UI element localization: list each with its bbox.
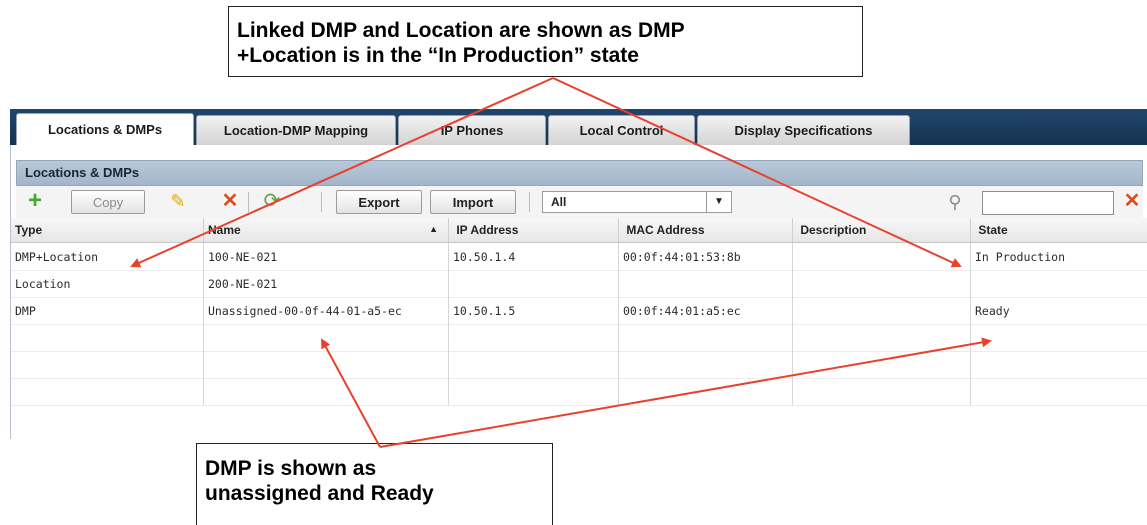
cell-mac-address xyxy=(619,378,793,405)
cell-ip-address xyxy=(449,378,619,405)
cell-type xyxy=(11,351,204,378)
callout-text-line: +Location is in the “In Production” stat… xyxy=(237,44,639,67)
cell-name xyxy=(204,378,449,405)
toolbar-divider xyxy=(529,192,530,212)
toolbar: + Copy ✎ ✕ ⟳ Export Import All ▼ ⚲ ✕ xyxy=(16,186,1143,218)
search-icon: ⚲ xyxy=(948,192,962,212)
column-header-type[interactable]: Type xyxy=(11,218,204,242)
table-row[interactable]: DMP Unassigned-00-0f-44-01-a5-ec 10.50.1.5… xyxy=(11,297,1147,325)
cell-name: 200-NE-021 xyxy=(204,270,449,297)
tab-local-control[interactable]: Local Control xyxy=(548,115,695,145)
cell-description xyxy=(793,324,971,351)
cell-type: DMP+Location xyxy=(11,243,204,270)
tab-bar: Locations & DMPs Location-DMP Mapping IP… xyxy=(10,109,1147,145)
table-row[interactable] xyxy=(11,324,1147,352)
locations-dmps-table: Type Name ▲ IP Address MAC Address Descr… xyxy=(11,218,1147,439)
column-header-label: IP Address xyxy=(456,223,519,237)
cell-name: 100-NE-021 xyxy=(204,243,449,270)
column-header-ip-address[interactable]: IP Address xyxy=(449,218,619,242)
table-row[interactable]: Location 200-NE-021 xyxy=(11,270,1147,298)
cell-name xyxy=(204,324,449,351)
column-header-name[interactable]: Name ▲ xyxy=(204,218,449,242)
cell-ip-address: 10.50.1.5 xyxy=(449,297,619,324)
cell-mac-address xyxy=(619,270,793,297)
cell-mac-address xyxy=(619,324,793,351)
cell-state xyxy=(971,270,1147,297)
table-row[interactable]: DMP+Location 100-NE-021 10.50.1.4 00:0f:44:… xyxy=(11,243,1147,271)
callout-text-line: Linked DMP and Location are shown as DMP xyxy=(237,19,685,42)
column-header-label: Description xyxy=(800,223,867,237)
import-button[interactable]: Import xyxy=(430,190,516,214)
panel-title: Locations & DMPs xyxy=(16,160,1143,186)
app-window: Locations & DMPs Location-DMP Mapping IP… xyxy=(10,109,1147,439)
column-header-state[interactable]: State xyxy=(971,218,1147,242)
cell-type: DMP xyxy=(11,297,204,324)
table-header: Type Name ▲ IP Address MAC Address Descr… xyxy=(11,218,1147,243)
tab-location-dmp-mapping[interactable]: Location-DMP Mapping xyxy=(196,115,396,145)
cell-description xyxy=(793,297,971,324)
cell-name: Unassigned-00-0f-44-01-a5-ec xyxy=(204,297,449,324)
chevron-down-icon: ▼ xyxy=(706,192,731,212)
table-row[interactable] xyxy=(11,351,1147,379)
cell-type xyxy=(11,378,204,405)
refresh-icon[interactable]: ⟳ xyxy=(261,190,283,212)
callout-text-line: DMP is shown as xyxy=(205,457,377,480)
cell-description xyxy=(793,243,971,270)
column-header-label: Name xyxy=(208,223,241,237)
cell-state xyxy=(971,324,1147,351)
cell-ip-address: 10.50.1.4 xyxy=(449,243,619,270)
filter-value: All xyxy=(551,195,567,209)
cell-mac-address: 00:0f:44:01:53:8b xyxy=(619,243,793,270)
callout-linked-dmp-location: Linked DMP and Location are shown as DMP… xyxy=(228,6,863,77)
toolbar-divider xyxy=(248,192,249,212)
cell-ip-address xyxy=(449,270,619,297)
cell-description xyxy=(793,378,971,405)
column-header-mac-address[interactable]: MAC Address xyxy=(619,218,793,242)
cell-description xyxy=(793,270,971,297)
tab-display-specifications[interactable]: Display Specifications xyxy=(697,115,910,145)
add-icon[interactable]: + xyxy=(24,189,46,213)
cell-state xyxy=(971,351,1147,378)
filter-dropdown[interactable]: All ▼ xyxy=(542,191,732,213)
locations-dmps-panel: Locations & DMPs + Copy ✎ ✕ ⟳ Export Imp… xyxy=(10,145,1147,439)
export-button[interactable]: Export xyxy=(336,190,422,214)
clear-search-icon[interactable]: ✕ xyxy=(1122,191,1142,211)
cell-state: In Production xyxy=(975,250,1066,264)
edit-pencil-icon[interactable]: ✎ xyxy=(168,191,188,211)
cell-mac-address: 00:0f:44:01:a5:ec xyxy=(619,297,793,324)
delete-icon[interactable]: ✕ xyxy=(220,191,240,211)
copy-button[interactable]: Copy xyxy=(71,190,145,214)
cell-description xyxy=(793,351,971,378)
cell-ip-address xyxy=(449,324,619,351)
tab-locations-dmps[interactable]: Locations & DMPs xyxy=(16,113,194,145)
toolbar-divider xyxy=(321,192,322,212)
callout-dmp-unassigned: DMP is shown as unassigned and Ready xyxy=(196,443,553,525)
tab-ip-phones[interactable]: IP Phones xyxy=(398,115,546,145)
cell-type xyxy=(11,324,204,351)
column-header-description[interactable]: Description xyxy=(793,218,971,242)
cell-state xyxy=(971,378,1147,405)
table-row[interactable] xyxy=(11,378,1147,406)
sort-ascending-icon: ▲ xyxy=(429,224,438,234)
column-header-label: MAC Address xyxy=(626,223,705,237)
search-input[interactable] xyxy=(982,191,1114,215)
cell-name xyxy=(204,351,449,378)
callout-text-line: unassigned and Ready xyxy=(205,482,434,505)
cell-state: Ready xyxy=(975,304,1010,318)
column-header-label: State xyxy=(978,223,1008,237)
cell-type: Location xyxy=(11,270,204,297)
cell-ip-address xyxy=(449,351,619,378)
cell-mac-address xyxy=(619,351,793,378)
